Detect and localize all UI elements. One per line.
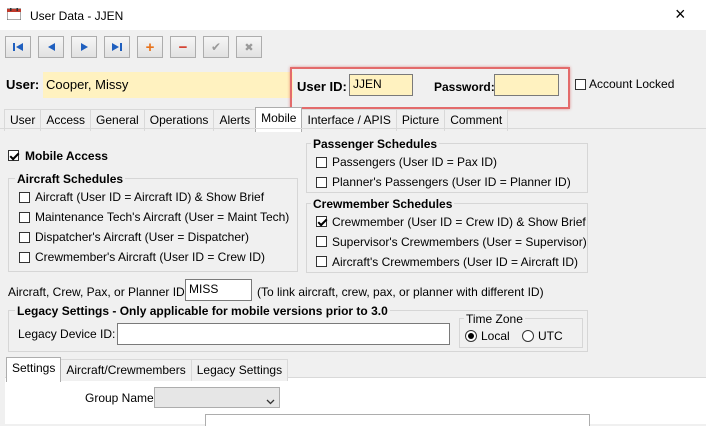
group-name-label: Group Name: [85,391,158,405]
next-record-icon [81,43,88,51]
passengers-label: Passengers (User ID = Pax ID) [332,155,498,169]
passenger-schedules-title: Passenger Schedules [311,137,440,151]
planners-passengers-label: Planner's Passengers (User ID = Planner … [332,175,571,189]
aircraft-crewmembers-label: Aircraft's Crewmembers (User ID = Aircra… [332,255,578,269]
maint-tech-aircraft-checkbox[interactable] [19,212,30,223]
crewmember-aircraft-checkbox[interactable] [19,252,30,263]
chevron-down-icon [266,394,275,408]
close-window-button[interactable]: × [675,4,686,25]
aircraft-schedule-label: Aircraft (User ID = Aircraft ID) & Show … [35,190,265,204]
local-radio[interactable] [465,330,477,342]
passengers-checkbox[interactable] [316,157,327,168]
legacy-device-id-label: Legacy Device ID: [18,327,116,341]
add-record-button[interactable]: + [137,36,163,58]
maint-tech-aircraft-label: Maintenance Tech's Aircraft (User = Main… [35,210,290,224]
subtab-aircraft-crewmembers[interactable]: Aircraft/Crewmembers [60,359,192,381]
previous-record-button[interactable] [38,36,64,58]
planner-id-field[interactable]: MISS [185,279,252,301]
last-record-button[interactable] [104,36,130,58]
first-record-icon [13,43,23,51]
subtab-settings[interactable]: Settings [6,357,62,382]
settings-list-box[interactable] [205,414,590,426]
crewmember-checkbox[interactable] [316,216,327,227]
cancel-record-button[interactable]: ✖ [236,36,262,58]
mobile-access-label: Mobile Access [25,149,108,163]
user-id-label: User ID: [297,79,347,94]
aircraft-schedules-title: Aircraft Schedules [15,172,126,186]
legacy-settings-title: Legacy Settings - Only applicable for mo… [15,304,390,318]
subtab-legacy-settings[interactable]: Legacy Settings [190,359,289,381]
local-label: Local [481,329,510,343]
account-locked-checkbox[interactable] [575,79,586,90]
window-title: User Data - JJEN [30,9,124,23]
app-calendar-icon [6,8,22,21]
planners-passengers-checkbox[interactable] [316,177,327,188]
crewmember-schedules-title: Crewmember Schedules [311,197,455,211]
last-record-icon [112,43,122,51]
utc-label: UTC [538,329,563,343]
tab-divider [0,128,706,129]
planner-id-hint: (To link aircraft, crew, pax, or planner… [257,285,544,299]
supervisor-crewmembers-label: Supervisor's Crewmembers (User = Supervi… [332,235,587,249]
legacy-device-id-field[interactable] [117,323,450,345]
dispatcher-aircraft-checkbox[interactable] [19,232,30,243]
password-label: Password: [434,80,495,94]
next-record-button[interactable] [71,36,97,58]
first-record-button[interactable] [5,36,31,58]
password-field[interactable] [494,74,559,96]
main-tabs: User Access General Operations Alerts Mo… [4,107,509,134]
user-name-field[interactable]: Cooper, Missy [43,72,293,98]
planner-id-label: Aircraft, Crew, Pax, or Planner ID: [8,285,189,299]
supervisor-crewmembers-checkbox[interactable] [316,236,327,247]
group-name-select[interactable] [154,387,280,408]
time-zone-title: Time Zone [464,312,525,326]
user-label: User: [6,77,40,92]
previous-record-icon [48,43,55,51]
crewmember-label: Crewmember (User ID = Crew ID) & Show Br… [332,215,586,229]
delete-record-button[interactable]: − [170,36,196,58]
save-record-button[interactable]: ✔ [203,36,229,58]
aircraft-schedule-checkbox[interactable] [19,192,30,203]
user-id-field[interactable]: JJEN [349,74,413,96]
utc-radio[interactable] [522,330,534,342]
account-locked-label: Account Locked [589,77,675,91]
sub-tabs: Settings Aircraft/Crewmembers Legacy Set… [6,357,289,384]
mobile-access-checkbox[interactable] [8,150,19,161]
aircraft-crewmembers-checkbox[interactable] [316,256,327,267]
crewmember-aircraft-label: Crewmember's Aircraft (User ID = Crew ID… [35,250,265,264]
dispatcher-aircraft-label: Dispatcher's Aircraft (User = Dispatcher… [35,230,250,244]
